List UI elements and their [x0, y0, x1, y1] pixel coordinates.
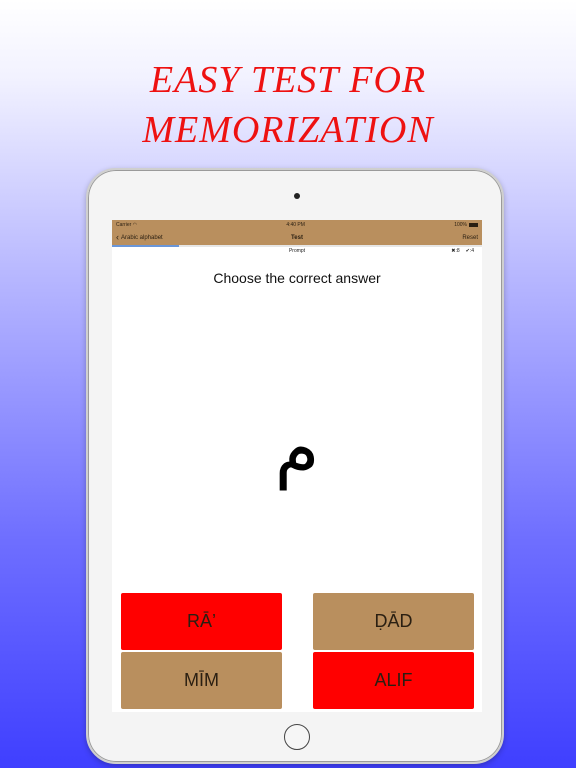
answer-button-2[interactable]: ḌĀD	[313, 593, 474, 650]
status-time: 4:40 PM	[286, 222, 305, 228]
arabic-letter: م	[274, 406, 320, 490]
answer-button-4[interactable]: ALIF	[313, 652, 474, 709]
promo-headline-line1: EASY TEST FOR	[149, 59, 427, 101]
reset-button[interactable]: Reset	[462, 235, 478, 241]
battery-status: 100%	[454, 222, 478, 228]
ipad-frame: Carrier ◠ 4:40 PM 100% ‹ Arabic alphabet…	[86, 168, 504, 764]
correct-count: ✔:4	[465, 248, 474, 254]
prompt-label: Prompt	[288, 248, 306, 254]
status-bar: Carrier ◠ 4:40 PM 100%	[112, 220, 482, 230]
nav-title: Test	[291, 234, 303, 241]
carrier-label: Carrier ◠	[116, 222, 138, 228]
wrong-count: ✖:8	[451, 248, 460, 254]
answer-button-3[interactable]: MĪM	[121, 652, 282, 709]
prompt-row: Prompt ✖:8 ✔:4	[112, 247, 482, 256]
score-counters: ✖:8 ✔:4	[451, 248, 474, 254]
back-button[interactable]: ‹ Arabic alphabet	[116, 233, 163, 242]
back-button-label: Arabic alphabet	[121, 234, 163, 241]
question-text: Choose the correct answer	[213, 270, 381, 286]
chevron-left-icon: ‹	[116, 232, 119, 242]
camera-icon	[294, 193, 300, 199]
promo-headline-line2: MEMORIZATION	[142, 109, 434, 151]
battery-icon	[469, 222, 478, 227]
wifi-icon: ◠	[132, 222, 138, 228]
home-button[interactable]	[284, 724, 310, 750]
navigation-bar: ‹ Arabic alphabet Test Reset	[112, 230, 482, 245]
app-screen: Carrier ◠ 4:40 PM 100% ‹ Arabic alphabet…	[112, 220, 482, 712]
answer-button-1[interactable]: RĀ’	[121, 593, 282, 650]
